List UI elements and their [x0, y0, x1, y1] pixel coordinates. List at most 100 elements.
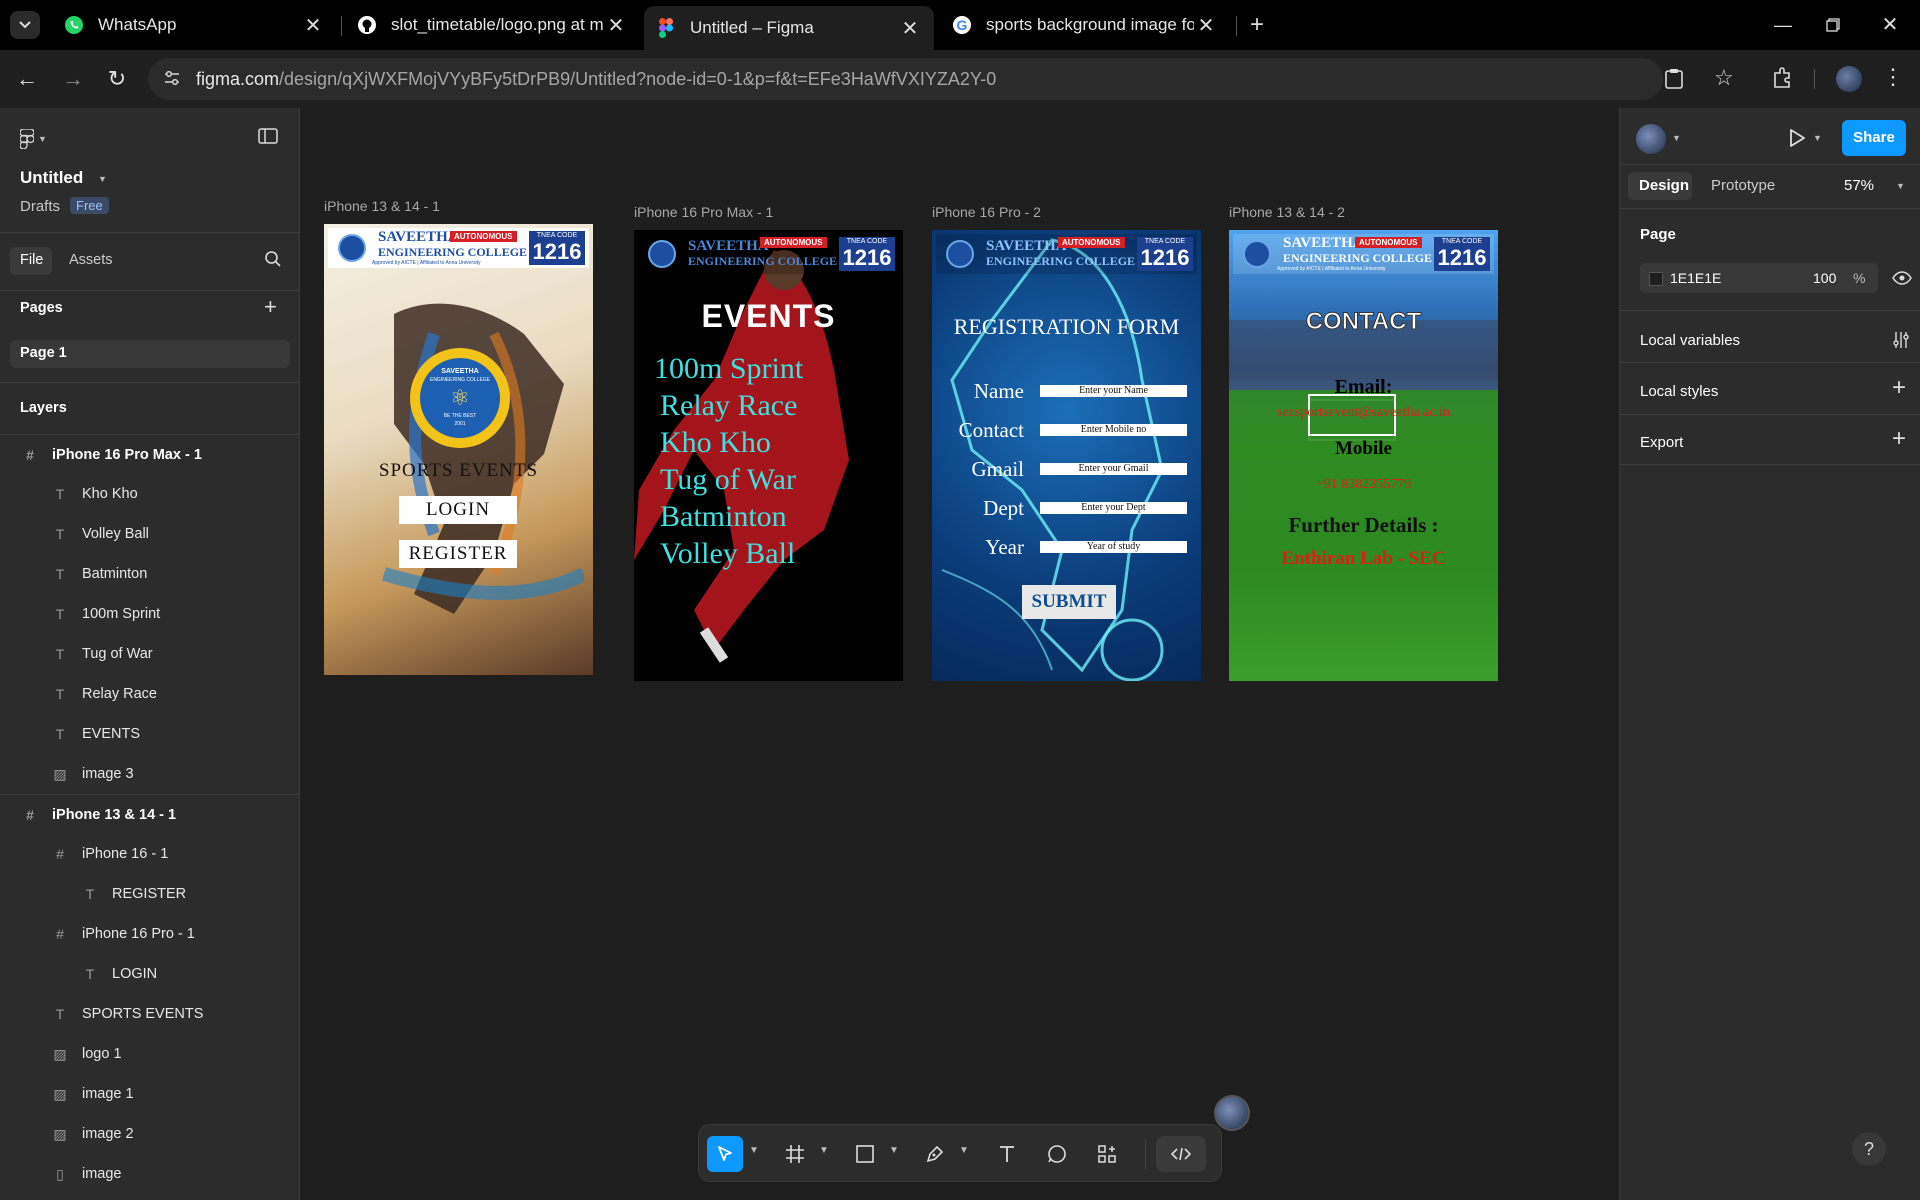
form-input[interactable]: Year of study: [1040, 541, 1187, 553]
export-label[interactable]: Export: [1640, 434, 1683, 451]
chevron-down-icon[interactable]: ▼: [1672, 133, 1681, 143]
chevron-down-icon[interactable]: ▼: [819, 1145, 829, 1156]
close-icon[interactable]: ✕: [604, 13, 628, 38]
variables-icon[interactable]: [1892, 331, 1910, 354]
frame-iphone-13-14-1[interactable]: SAVEETHA ENGINEERING COLLEGE Approved by…: [324, 224, 593, 675]
present-button[interactable]: [1788, 128, 1806, 153]
layer-item[interactable]: ▨ logo 1: [0, 1034, 299, 1074]
frame-tool[interactable]: [777, 1136, 813, 1172]
tab-search-button[interactable]: [10, 11, 40, 39]
reload-button[interactable]: ↻: [102, 64, 132, 94]
frame-iphone-13-14-2[interactable]: SAVEETHA ENGINEERING COLLEGE Approved by…: [1229, 230, 1498, 681]
local-variables-label[interactable]: Local variables: [1640, 332, 1740, 349]
layer-item[interactable]: # iPhone 16 - 1: [0, 834, 299, 874]
register-button[interactable]: REGISTER: [399, 540, 517, 568]
tab-whatsapp[interactable]: WhatsApp ✕: [52, 6, 337, 44]
color-swatch[interactable]: [1649, 272, 1663, 286]
tab-github[interactable]: slot_timetable/logo.png at mai ✕: [345, 6, 640, 44]
layer-item[interactable]: # iPhone 16 Pro - 1: [0, 914, 299, 954]
frame-label[interactable]: iPhone 13 & 14 - 1: [324, 198, 440, 214]
user-avatar[interactable]: [1636, 124, 1666, 154]
rectangle-tool[interactable]: [847, 1136, 883, 1172]
minimize-button[interactable]: —: [1763, 10, 1803, 40]
layer-item[interactable]: T Volley Ball: [0, 514, 299, 554]
layer-item[interactable]: ▨ image 2: [0, 1114, 299, 1154]
clipboard-icon[interactable]: [1664, 68, 1684, 95]
add-export-icon[interactable]: +: [1892, 425, 1906, 453]
tab-google[interactable]: G sports background image for pl ✕: [940, 6, 1230, 44]
extensions-icon[interactable]: [1771, 67, 1793, 94]
chevron-down-icon[interactable]: ▼: [749, 1145, 759, 1156]
form-input[interactable]: Enter Mobile no: [1040, 424, 1187, 436]
move-tool[interactable]: [707, 1136, 743, 1172]
chevron-down-icon[interactable]: ▼: [1813, 133, 1822, 143]
local-styles-label[interactable]: Local styles: [1640, 383, 1718, 400]
share-button[interactable]: Share: [1842, 120, 1906, 156]
layer-item[interactable]: ▨ image 3: [0, 754, 299, 794]
layer-item[interactable]: T EVENTS: [0, 714, 299, 754]
layer-item[interactable]: T 100m Sprint: [0, 594, 299, 634]
chevron-down-icon[interactable]: ▼: [98, 174, 107, 184]
visibility-eye-icon[interactable]: [1892, 271, 1912, 290]
page-color-hex[interactable]: 1E1E1E: [1670, 270, 1721, 286]
close-icon[interactable]: ✕: [898, 16, 922, 41]
zoom-level[interactable]: 57%: [1844, 177, 1874, 194]
frame-iphone-16-pro-2[interactable]: SAVEETHA ENGINEERING COLLEGE AUTONOMOUS …: [932, 230, 1201, 681]
layer-item[interactable]: # iPhone 16 Pro Max - 1: [0, 434, 299, 474]
frame-label[interactable]: iPhone 16 Pro Max - 1: [634, 204, 773, 220]
chevron-down-icon[interactable]: ▼: [889, 1145, 899, 1156]
page-opacity[interactable]: 100: [1813, 270, 1836, 286]
frame-label[interactable]: iPhone 16 Pro - 2: [932, 204, 1041, 220]
actions-tool[interactable]: [1089, 1136, 1125, 1172]
tab-assets[interactable]: Assets: [69, 252, 113, 268]
form-input[interactable]: Enter your Name: [1040, 385, 1187, 397]
frame-iphone-16-pro-max-1[interactable]: SAVEETHA ENGINEERING COLLEGE AUTONOMOUS …: [634, 230, 903, 681]
layer-item[interactable]: T LOGIN: [0, 954, 299, 994]
tab-prototype[interactable]: Prototype: [1711, 177, 1775, 194]
collaborator-avatar[interactable]: [1214, 1095, 1250, 1131]
form-input[interactable]: Enter your Gmail: [1040, 463, 1187, 475]
main-menu-button[interactable]: ▼: [20, 128, 60, 150]
add-style-icon[interactable]: +: [1892, 374, 1906, 402]
layer-item[interactable]: T Kho Kho: [0, 474, 299, 514]
form-input[interactable]: Enter your Dept: [1040, 502, 1187, 514]
search-icon[interactable]: [264, 250, 282, 273]
login-button[interactable]: LOGIN: [399, 496, 517, 524]
forward-button[interactable]: →: [58, 64, 88, 94]
layer-item[interactable]: T Batminton: [0, 554, 299, 594]
plan-badge[interactable]: Free: [70, 197, 109, 214]
frame-label[interactable]: iPhone 13 & 14 - 2: [1229, 204, 1345, 220]
restore-button[interactable]: [1813, 10, 1853, 40]
close-icon[interactable]: ✕: [1194, 13, 1218, 38]
pen-tool[interactable]: [917, 1136, 953, 1172]
chevron-down-icon[interactable]: ▼: [959, 1145, 969, 1156]
new-tab-button[interactable]: +: [1242, 10, 1272, 40]
layer-item[interactable]: ▯ image: [0, 1154, 299, 1194]
close-window-button[interactable]: ✕: [1870, 10, 1910, 40]
help-button[interactable]: ?: [1852, 1132, 1886, 1166]
tab-figma[interactable]: Untitled – Figma ✕: [644, 6, 934, 50]
bookmark-star-icon[interactable]: ☆: [1714, 65, 1734, 91]
address-bar[interactable]: figma.com/design/qXjWXFMojVYyBFy5tDrPB9/…: [148, 58, 1734, 100]
layer-item[interactable]: T Tug of War: [0, 634, 299, 674]
chevron-down-icon[interactable]: ▼: [1896, 181, 1905, 191]
layer-item[interactable]: T REGISTER: [0, 874, 299, 914]
url-text[interactable]: figma.com/design/qXjWXFMojVYyBFy5tDrPB9/…: [196, 69, 996, 90]
comment-tool[interactable]: [1039, 1136, 1075, 1172]
site-info-icon[interactable]: [162, 68, 184, 90]
layer-item[interactable]: # iPhone 13 & 14 - 1: [0, 794, 299, 834]
profile-avatar[interactable]: [1836, 66, 1862, 92]
back-button[interactable]: ←: [12, 64, 42, 94]
submit-button[interactable]: SUBMIT: [1022, 585, 1116, 619]
layer-item[interactable]: T SPORTS EVENTS: [0, 994, 299, 1034]
layer-item[interactable]: T Relay Race: [0, 674, 299, 714]
toggle-sidebar-button[interactable]: [258, 128, 278, 149]
drafts-label[interactable]: Drafts: [20, 198, 60, 215]
dev-mode-toggle[interactable]: [1156, 1136, 1206, 1172]
browser-menu-button[interactable]: ⋮: [1882, 64, 1904, 90]
file-title[interactable]: Untitled: [20, 168, 83, 188]
add-page-icon[interactable]: +: [264, 294, 277, 320]
text-tool[interactable]: [989, 1136, 1025, 1172]
layer-item[interactable]: ▨ image 1: [0, 1074, 299, 1114]
close-icon[interactable]: ✕: [301, 13, 325, 38]
